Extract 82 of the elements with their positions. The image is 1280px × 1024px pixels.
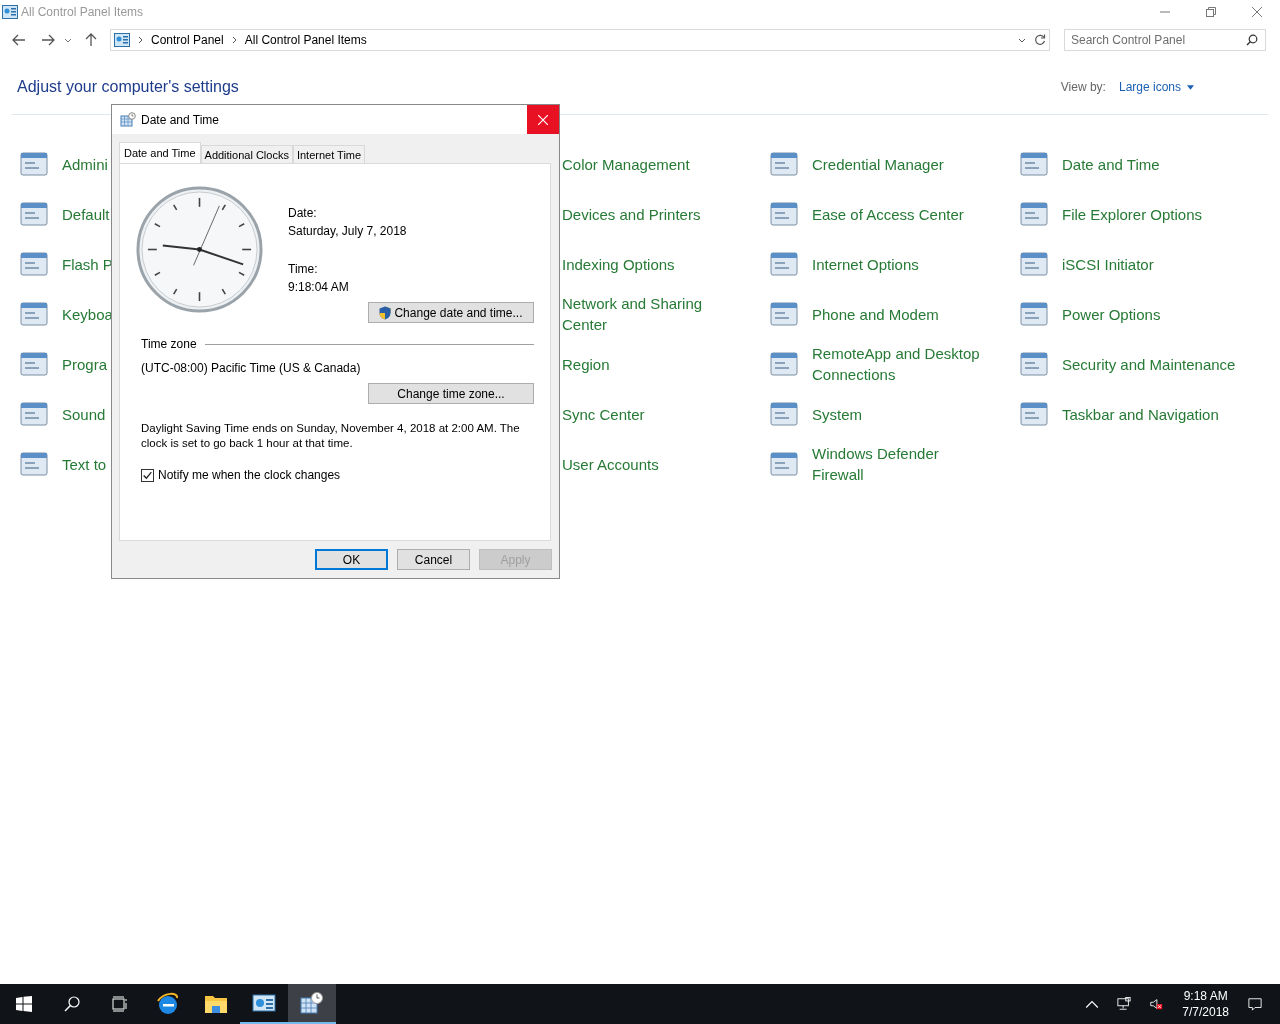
applet-link[interactable]: Taskbar and Navigation [1062, 403, 1219, 425]
applet-link[interactable]: Devices and Printers [562, 203, 701, 225]
close-icon[interactable] [1252, 7, 1262, 17]
applet-link[interactable]: RemoteApp and Desktop Connections [812, 343, 990, 385]
applet-link[interactable]: Admini [62, 153, 108, 175]
time-label: Time: [288, 261, 319, 278]
change-time-zone-button[interactable]: Change time zone... [368, 383, 534, 404]
windows-logo-icon[interactable] [16, 996, 32, 1012]
search-icon [1246, 34, 1258, 46]
dst-note: Daylight Saving Time ends on Sunday, November 4, 2018 at 2:00 AM. The clock is set to go back 1 hour at that time. [141, 421, 521, 451]
dialog-button[interactable]: Cancel [397, 549, 470, 570]
applet-link[interactable]: File Explorer Options [1062, 203, 1203, 225]
applet-link[interactable]: Security and Maintenance [1062, 353, 1236, 375]
applet-link[interactable]: Default [62, 203, 110, 225]
speaker-muted-icon[interactable] [1149, 997, 1164, 1011]
calendar-clock-icon [300, 991, 324, 1015]
applet-link[interactable]: Credential Manager [812, 153, 944, 175]
date-value: Saturday, July 7, 2018 [288, 223, 407, 240]
restore-icon[interactable] [1206, 7, 1216, 17]
applet-link[interactable]: Network and Sharing Center [562, 293, 722, 335]
view-by-link[interactable]: Large icons [1118, 80, 1181, 94]
change-date-time-button[interactable]: Change date and time... [368, 302, 534, 323]
applet-link[interactable]: Text to [62, 453, 107, 475]
address-bar[interactable]: Control Panel All Control Panel Items [110, 29, 1050, 51]
notification-icon[interactable] [1248, 997, 1262, 1011]
time-zone-value: (UTC-08:00) Pacific Time (US & Canada) [141, 361, 362, 375]
breadcrumb[interactable]: Control Panel [151, 33, 224, 47]
close-button[interactable] [527, 105, 559, 134]
applet-link[interactable]: Region [562, 353, 610, 375]
taskbar-clock[interactable]: 9:18 AM 7/7/2018 [1182, 988, 1229, 1020]
search-icon[interactable] [64, 996, 80, 1012]
search-field[interactable]: Search Control Panel [1064, 29, 1266, 51]
applet-link[interactable]: Progra [62, 353, 108, 375]
applet-link[interactable]: Power Options [1062, 303, 1161, 325]
breadcrumb[interactable]: All Control Panel Items [244, 33, 367, 47]
time-value: 9:18:04 AM [288, 279, 350, 296]
applet-link[interactable]: Ease of Access Center [812, 203, 964, 225]
recent-dropdown-icon[interactable] [64, 37, 72, 43]
window-title: All Control Panel Items [21, 5, 144, 19]
forward-arrow-icon[interactable] [41, 33, 55, 47]
browser-icon [156, 992, 180, 1016]
checkbox-label[interactable]: Notify me when the clock changes [158, 468, 341, 482]
caret-icon[interactable] [1187, 84, 1194, 90]
applet-link[interactable]: Sound [62, 403, 106, 425]
tab[interactable]: Additional Clocks [200, 145, 293, 163]
network-icon[interactable] [1117, 997, 1132, 1011]
group-label: Time zone [141, 337, 197, 351]
view-by-label: View by: [1060, 80, 1106, 94]
clock-time: 9:18 AM [1183, 988, 1228, 1004]
control-panel-icon [2, 5, 18, 19]
task-view-icon[interactable] [112, 996, 128, 1012]
dropdown-icon[interactable] [1018, 37, 1026, 43]
chevron-right-icon[interactable] [138, 36, 143, 44]
applet-link[interactable]: Windows Defender Firewall [812, 443, 990, 485]
calendar-clock-icon [120, 111, 136, 128]
applet-link[interactable]: Internet Options [812, 253, 919, 275]
dialog-title: Date and Time [141, 112, 220, 127]
close-icon [538, 114, 548, 125]
checkbox[interactable] [141, 468, 154, 482]
applet-link[interactable]: Keyboa [62, 303, 113, 325]
control-panel-icon [114, 33, 130, 47]
applet-link[interactable]: Color Management [562, 153, 690, 175]
chevron-right-icon[interactable] [231, 36, 237, 44]
applet-link[interactable]: Sync Center [562, 403, 645, 425]
taskbar-app-button[interactable] [288, 984, 336, 1024]
shield-icon [379, 305, 392, 320]
applet-link[interactable]: Date and Time [1062, 153, 1160, 175]
control-panel-icon [252, 991, 276, 1015]
refresh-icon[interactable] [1034, 34, 1046, 46]
tab[interactable]: Date and Time [119, 142, 201, 163]
applet-link[interactable]: Indexing Options [562, 253, 675, 275]
back-arrow-icon[interactable] [12, 33, 26, 47]
applet-link[interactable]: Phone and Modem [812, 303, 939, 325]
applet-link[interactable]: System [812, 403, 862, 425]
applet-link[interactable]: iSCSI Initiator [1062, 253, 1154, 275]
tab[interactable]: Internet Time [292, 145, 366, 163]
clock-date: 7/7/2018 [1182, 1004, 1229, 1020]
up-arrow-icon[interactable] [84, 33, 98, 47]
applet-link[interactable]: User Accounts [562, 453, 659, 475]
page-heading: Adjust your computer's settings [17, 78, 239, 96]
dialog-button[interactable]: OK [315, 549, 388, 570]
date-label: Date: [288, 205, 318, 222]
